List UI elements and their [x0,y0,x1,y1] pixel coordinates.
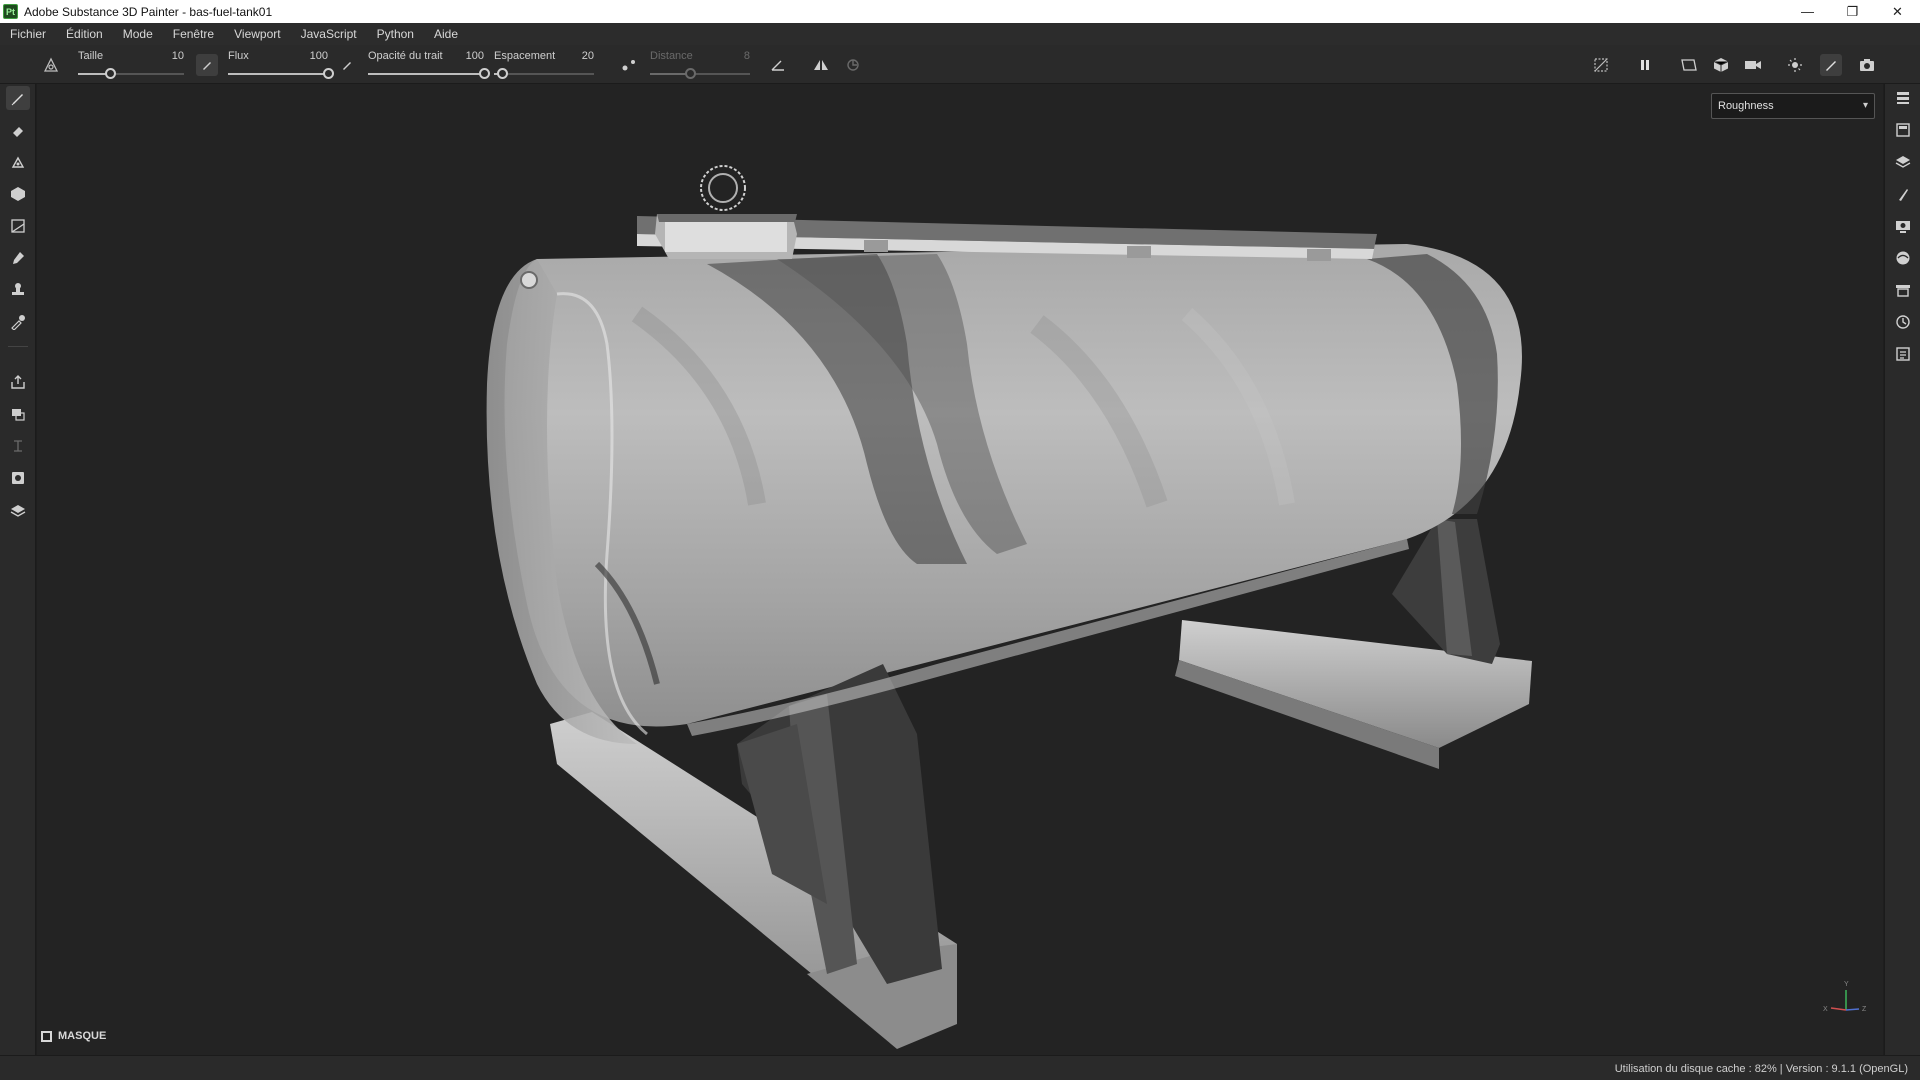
camera-view-icon[interactable] [1742,54,1764,76]
symmetry-icon[interactable] [810,54,832,76]
stroke-opacity-label: Opacité du trait [368,50,443,62]
minimize-button[interactable]: — [1785,0,1830,23]
polygon-fill-tool-icon[interactable] [6,182,30,206]
status-bar: Utilisation du disque cache : 82% | Vers… [0,1055,1920,1080]
hide-unselected-icon[interactable] [1590,54,1612,76]
texture-set-list-icon[interactable] [1891,118,1915,142]
left-tool-strip [0,84,36,1055]
geometry-mask-icon[interactable] [6,402,30,426]
channel-dropdown[interactable]: Roughness ▾ [1711,93,1875,119]
fuel-tank-model[interactable] [37,84,1883,1055]
menu-mode[interactable]: Mode [113,23,163,45]
layer-stack-icon[interactable] [1891,150,1915,174]
clone-stamp-tool-icon[interactable] [6,278,30,302]
projection-tool-icon[interactable] [6,150,30,174]
window-controls: — ❐ ✕ [1785,0,1920,23]
stroke-opacity-slider[interactable]: Opacité du trait 100 [368,47,490,83]
distance-slider: Distance 8 [650,47,750,83]
size-knob[interactable] [104,68,116,79]
screenshot-icon[interactable] [1856,54,1878,76]
axis-y-label: Y [1844,981,1849,988]
flow-value[interactable]: 100 [310,50,328,62]
uv-fill-tool-icon[interactable] [6,214,30,238]
lazy-mouse-icon[interactable] [618,54,640,76]
eraser-tool-icon[interactable] [6,118,30,142]
menu-viewport[interactable]: Viewport [224,23,290,45]
menu-edition[interactable]: Édition [56,23,113,45]
3d-viewport[interactable]: Roughness ▾ MASQUE Y X Z [37,84,1883,1055]
menu-javascript[interactable]: JavaScript [291,23,367,45]
paint-mode-icon[interactable] [1820,54,1842,76]
shader-settings-icon[interactable] [1891,246,1915,270]
chevron-down-icon: ▾ [1862,100,1868,111]
restore-button[interactable]: ❐ [1830,0,1875,23]
spacing-slider[interactable]: Espacement 20 [494,47,594,83]
measure-tool-icon [6,434,30,458]
pause-icon[interactable] [1634,54,1656,76]
flow-pen-pressure-icon[interactable] [336,54,358,76]
menu-bar: Fichier Édition Mode Fenêtre Viewport Ja… [0,23,1920,45]
history-icon[interactable] [1891,310,1915,334]
size-value[interactable]: 10 [172,50,184,62]
mask-checkbox[interactable] [41,1030,52,1042]
stroke-opacity-value[interactable]: 100 [466,50,484,62]
size-label: Taille [78,50,104,62]
flow-label: Flux [228,50,249,62]
properties-brush-icon[interactable] [1891,182,1915,206]
axis-x-label: X [1823,1006,1828,1013]
stroke-opacity-fill [368,73,484,75]
axis-gizmo-icon: Y X Z [1823,981,1867,1013]
smudge-tool-icon[interactable] [6,246,30,270]
close-button[interactable]: ✕ [1875,0,1920,23]
layers-panel-icon[interactable] [1891,86,1915,110]
flow-knob[interactable] [323,68,334,79]
window-title: Adobe Substance 3D Painter - bas-fuel-ta… [24,4,273,19]
status-text: Utilisation du disque cache : 82% | Vers… [1614,1063,1908,1075]
bake-export-icon[interactable] [6,370,30,394]
spacing-track [494,73,594,75]
axis-z-label: Z [1862,1006,1867,1013]
spacing-knob[interactable] [497,68,508,79]
menu-fenetre[interactable]: Fenêtre [163,23,224,45]
mask-label: MASQUE [58,1030,107,1042]
angle-icon[interactable] [768,54,790,76]
distance-label: Distance [650,50,693,62]
spacing-label: Espacement [494,50,556,62]
texture-set-icon[interactable] [6,466,30,490]
mask-toggle[interactable]: MASQUE [41,1030,106,1042]
menu-aide[interactable]: Aide [424,23,468,45]
view-mode-icon[interactable] [1678,54,1700,76]
menu-fichier[interactable]: Fichier [0,23,56,45]
sync-icon [842,54,864,76]
cube-view-icon[interactable] [1710,54,1732,76]
tool-properties-bar: Taille 10 Flux 100 Opacité du trait 100 … [0,45,1920,84]
tool-separator [8,346,28,347]
color-picker-tool-icon[interactable] [6,310,30,334]
texture-settings-icon[interactable] [1891,278,1915,302]
app-logo-icon: Pt [3,4,18,19]
material-ball-icon[interactable] [6,498,30,522]
brush-preset-icon[interactable] [40,54,62,76]
environment-light-icon[interactable] [1784,54,1806,76]
distance-value: 8 [743,50,750,62]
paint-tool-icon[interactable] [6,86,30,110]
size-slider[interactable]: Taille 10 [78,47,184,83]
display-settings-icon[interactable] [1891,214,1915,238]
menu-python[interactable]: Python [367,23,424,45]
right-panel-strip [1884,84,1920,1055]
title-bar: Pt Adobe Substance 3D Painter - bas-fuel… [0,0,1920,23]
channel-dropdown-value: Roughness [1718,100,1774,112]
log-icon[interactable] [1891,342,1915,366]
size-pen-pressure-icon[interactable] [196,54,218,76]
distance-knob [685,68,696,79]
stroke-opacity-knob[interactable] [479,68,490,79]
flow-fill [228,73,328,75]
distance-fill [650,73,690,75]
flow-slider[interactable]: Flux 100 [228,47,334,83]
spacing-value[interactable]: 20 [582,50,594,62]
